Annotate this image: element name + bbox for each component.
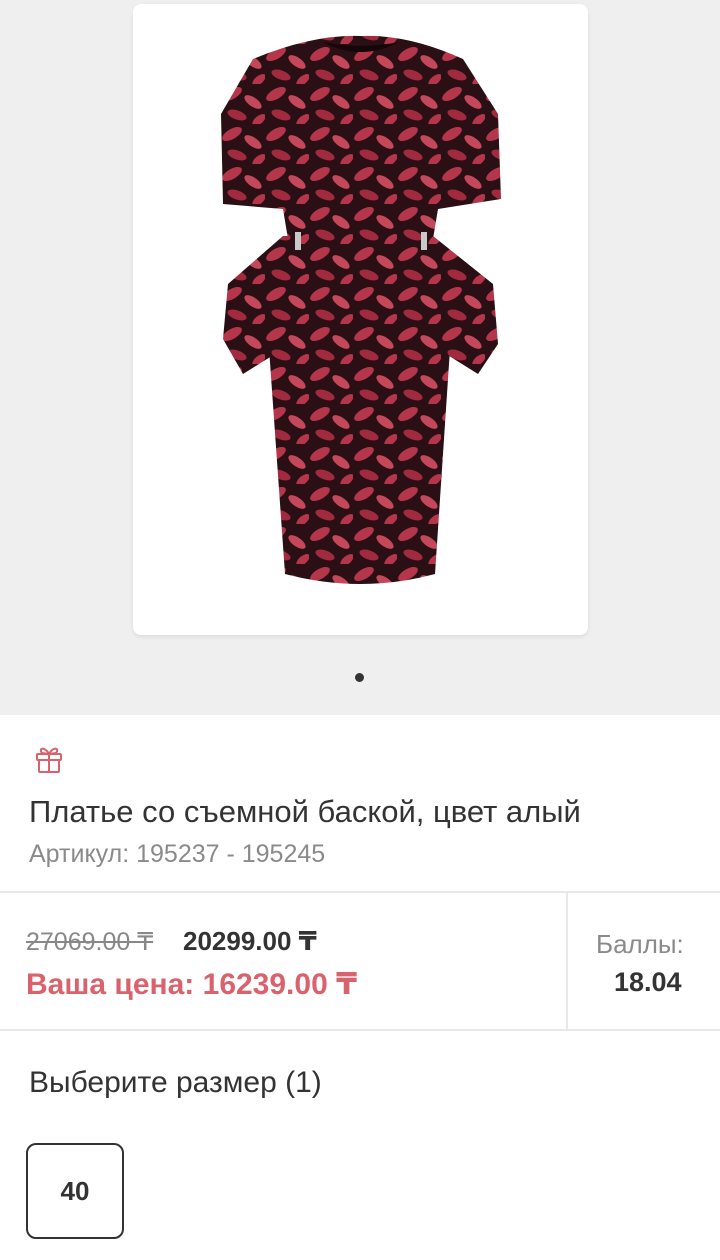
price-section: 27069.00 ₸ 20299.00 ₸ Ваша цена: 16239.0… [0, 893, 720, 1031]
sku-value: 195237 - 195245 [136, 840, 326, 868]
current-price: 20299.00 ₸ [183, 926, 317, 956]
points-label: Баллы: [596, 929, 684, 959]
product-info: Платье со съемной баской, цвет алый Арти… [0, 715, 720, 893]
product-photo[interactable] [133, 4, 588, 635]
product-title: Платье со съемной баской, цвет алый [29, 794, 581, 829]
points-value: 18.04 [614, 967, 682, 997]
gift-icon[interactable] [33, 742, 65, 779]
price-block: 27069.00 ₸ 20299.00 ₸ Ваша цена: 16239.0… [0, 893, 568, 1029]
product-sku: Артикул: 195237 - 195245 [29, 840, 325, 869]
sku-label: Артикул: [29, 840, 130, 868]
old-price: 27069.00 ₸ [26, 928, 154, 956]
carousel-dot[interactable] [355, 673, 364, 682]
size-selector-title: Выберите размер (1) [29, 1066, 322, 1099]
size-option-40[interactable]: 40 [26, 1143, 124, 1239]
product-gallery[interactable] [0, 0, 720, 715]
dress-image [221, 35, 501, 584]
your-price: Ваша цена: 16239.00 ₸ [26, 968, 357, 1001]
